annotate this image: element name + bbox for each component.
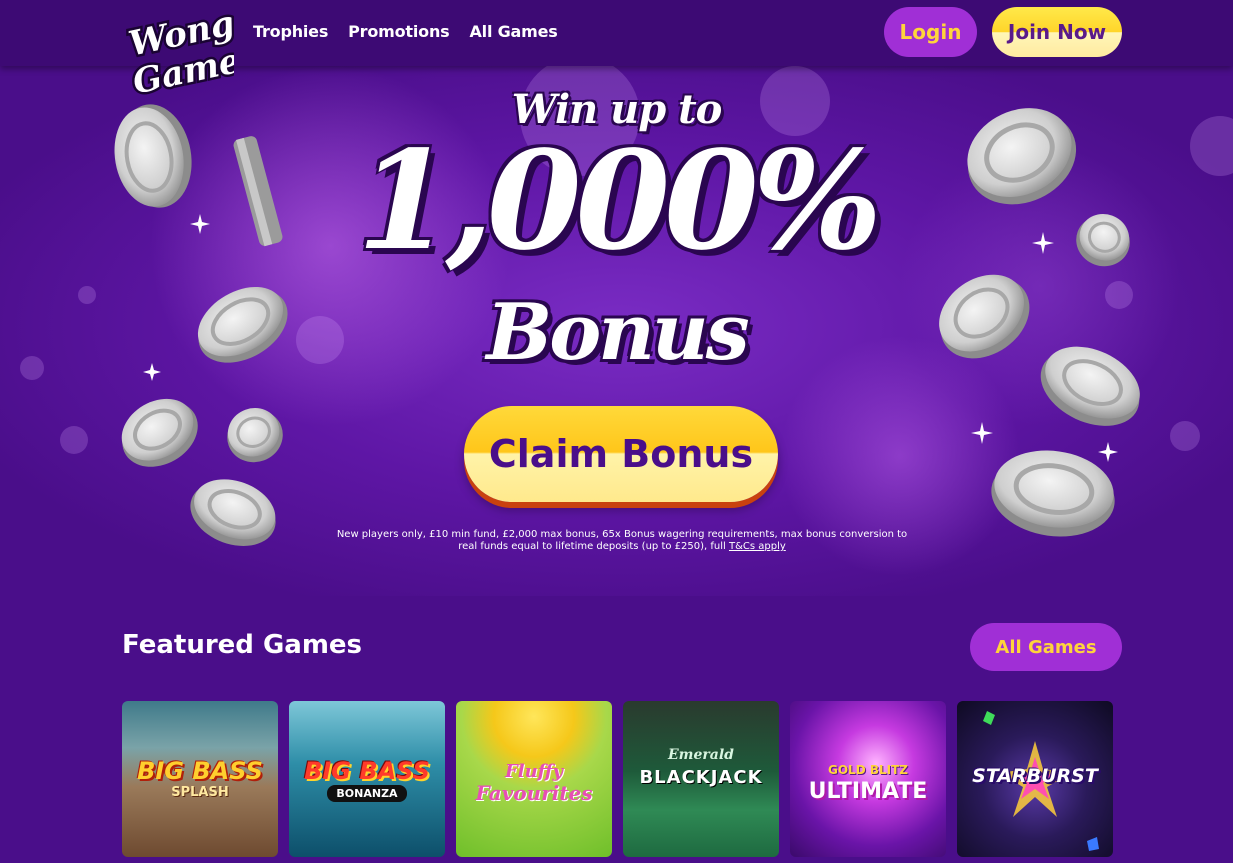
game-subtitle: SPLASH [171,785,229,800]
game-tile-fluffy-favourites[interactable]: Fluffy Favourites [456,701,612,857]
coin [991,450,1115,537]
game-tile-starburst[interactable]: STARBURST [957,701,1113,857]
game-title: STARBURST [972,765,1098,787]
coin [227,407,283,463]
nav-trophies[interactable]: Trophies [253,22,328,41]
hero-banner: Win up to 1,000% Bonus Claim Bonus New p… [0,66,1233,596]
game-title: Emerald [668,747,734,763]
main-nav: Trophies Promotions All Games [253,22,558,41]
game-title: Fluffy [504,761,564,782]
login-button[interactable]: Login [884,7,977,57]
join-now-button[interactable]: Join Now [992,7,1122,57]
site-header: Wonga Games Trophies Promotions All Game… [0,0,1233,100]
headline-percent: 1,000% [356,121,882,281]
coin [121,398,198,467]
game-title: BIG BASS [304,757,430,785]
coin [190,479,276,546]
game-tile-big-bass-bonanza[interactable]: BIG BASS BONANZA [289,701,445,857]
claim-bonus-button[interactable]: Claim Bonus [464,406,778,502]
headline-bonus: Bonus [486,287,749,378]
game-title: BIG BASS [137,757,263,785]
game-title: GOLD BLITZ [828,763,908,777]
game-tile-emerald-blackjack[interactable]: Emerald BLACKJACK [623,701,779,857]
game-subtitle: BLACKJACK [639,767,763,788]
terms-body: New players only, £10 min fund, £2,000 m… [336,529,908,552]
game-subtitle: BONANZA [327,785,407,802]
all-games-button[interactable]: All Games [970,623,1122,671]
featured-games-row: BIG BASS SPLASH BIG BASS BONANZA Fluffy … [122,701,1113,857]
game-tile-big-bass-splash[interactable]: BIG BASS SPLASH [122,701,278,857]
game-tile-gold-blitz-ultimate[interactable]: GOLD BLITZ ULTIMATE [790,701,946,857]
wonga-games-logo[interactable]: Wonga Games [122,4,234,100]
nav-promotions[interactable]: Promotions [348,22,450,41]
game-subtitle: ULTIMATE [808,779,928,804]
terms-link[interactable]: T&Cs apply [729,541,786,552]
terms-text: New players only, £10 min fund, £2,000 m… [330,529,914,553]
game-subtitle: Favourites [475,781,593,805]
featured-games-heading: Featured Games [122,630,363,660]
nav-all-games[interactable]: All Games [469,22,557,41]
